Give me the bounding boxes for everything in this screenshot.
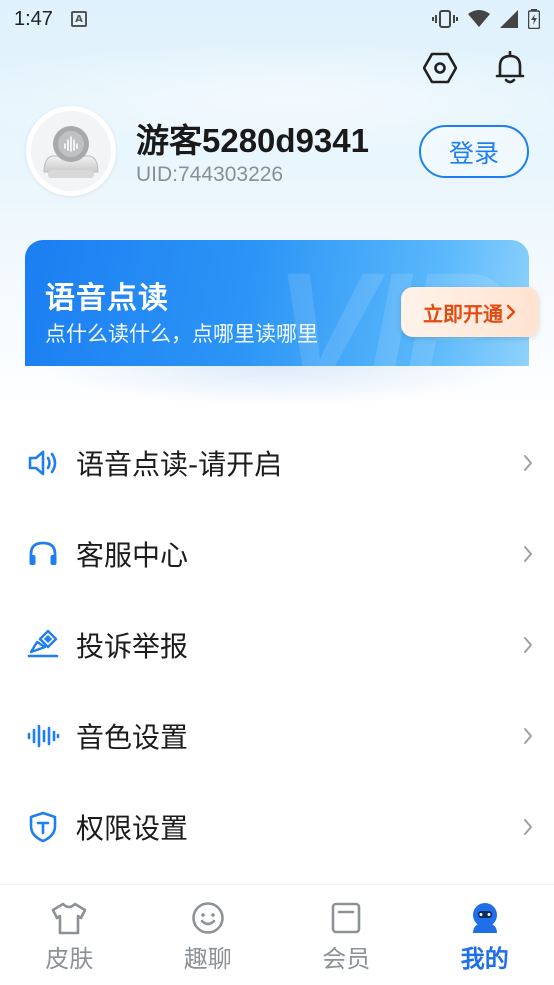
menu-item-voice-settings[interactable]: 音色设置 [0, 690, 554, 781]
vibrate-icon [432, 10, 458, 28]
chevron-right-icon [524, 545, 532, 562]
header-actions [420, 48, 530, 88]
nav-tab-label: 皮肤 [45, 945, 94, 973]
speaker-icon [26, 446, 60, 480]
soundwave-icon [26, 719, 60, 753]
username: 游客5280d9341 [136, 122, 369, 159]
vip-subtitle: 点什么读什么，点哪里读哪里 [45, 322, 318, 346]
nav-tab-member[interactable]: 会员 [277, 885, 416, 985]
chevron-right-icon [524, 818, 532, 835]
menu-item-label: 权限设置 [76, 811, 189, 845]
menu-item-customer-service[interactable]: 客服中心 [0, 508, 554, 599]
menu-list: 语音点读-请开启 客服中心 投诉举报 音色设置 权限设置 [0, 417, 554, 872]
signal-icon [500, 10, 518, 28]
settings-button[interactable] [420, 48, 460, 88]
menu-item-voice-reading[interactable]: 语音点读-请开启 [0, 417, 554, 508]
shield-icon [26, 810, 60, 844]
nav-tab-label: 趣聊 [183, 945, 232, 973]
menu-item-label: 音色设置 [76, 720, 189, 754]
chevron-right-icon [506, 304, 516, 320]
chevron-right-icon [524, 727, 532, 744]
menu-item-label: 语音点读-请开启 [76, 447, 283, 481]
menu-item-permissions[interactable]: 权限设置 [0, 781, 554, 872]
notification-icon: A [70, 11, 87, 27]
menu-item-label: 客服中心 [76, 538, 189, 572]
banner-shadow [40, 366, 514, 406]
member-card-icon [331, 902, 361, 934]
vip-title: 语音点读 [45, 281, 169, 316]
nav-tab-label: 我的 [460, 945, 509, 973]
battery-icon [528, 9, 540, 29]
wifi-icon [468, 10, 490, 27]
user-uid: UID:744303226 [136, 163, 284, 186]
profile-icon [472, 903, 497, 933]
nav-tab-mine[interactable]: 我的 [416, 885, 554, 985]
nav-tab-skins[interactable]: 皮肤 [0, 885, 139, 985]
bell-icon [495, 51, 525, 84]
headset-icon [26, 537, 60, 571]
chevron-right-icon [524, 636, 532, 653]
report-icon [26, 628, 60, 662]
vip-activate-button[interactable]: 立即开通 [401, 287, 539, 337]
hexagon-settings-icon [423, 52, 457, 84]
bottom-nav: 皮肤 趣聊 会员 我的 [0, 884, 554, 985]
status-bar: 1:47 A [0, 0, 554, 38]
shirt-icon [51, 902, 87, 935]
nav-tab-chat[interactable]: 趣聊 [139, 885, 278, 985]
menu-item-label: 投诉举报 [76, 629, 189, 663]
status-indicators [432, 9, 540, 29]
avatar[interactable] [26, 106, 116, 196]
nav-tab-label: 会员 [322, 945, 371, 973]
status-time: 1:47 [14, 7, 53, 30]
login-button[interactable]: 登录 [419, 125, 529, 178]
notification-button[interactable] [490, 48, 530, 88]
smile-icon [191, 902, 224, 934]
menu-item-report[interactable]: 投诉举报 [0, 599, 554, 690]
chevron-right-icon [524, 454, 532, 471]
vip-activate-label: 立即开通 [423, 301, 503, 326]
microphone-avatar-icon [31, 111, 111, 191]
